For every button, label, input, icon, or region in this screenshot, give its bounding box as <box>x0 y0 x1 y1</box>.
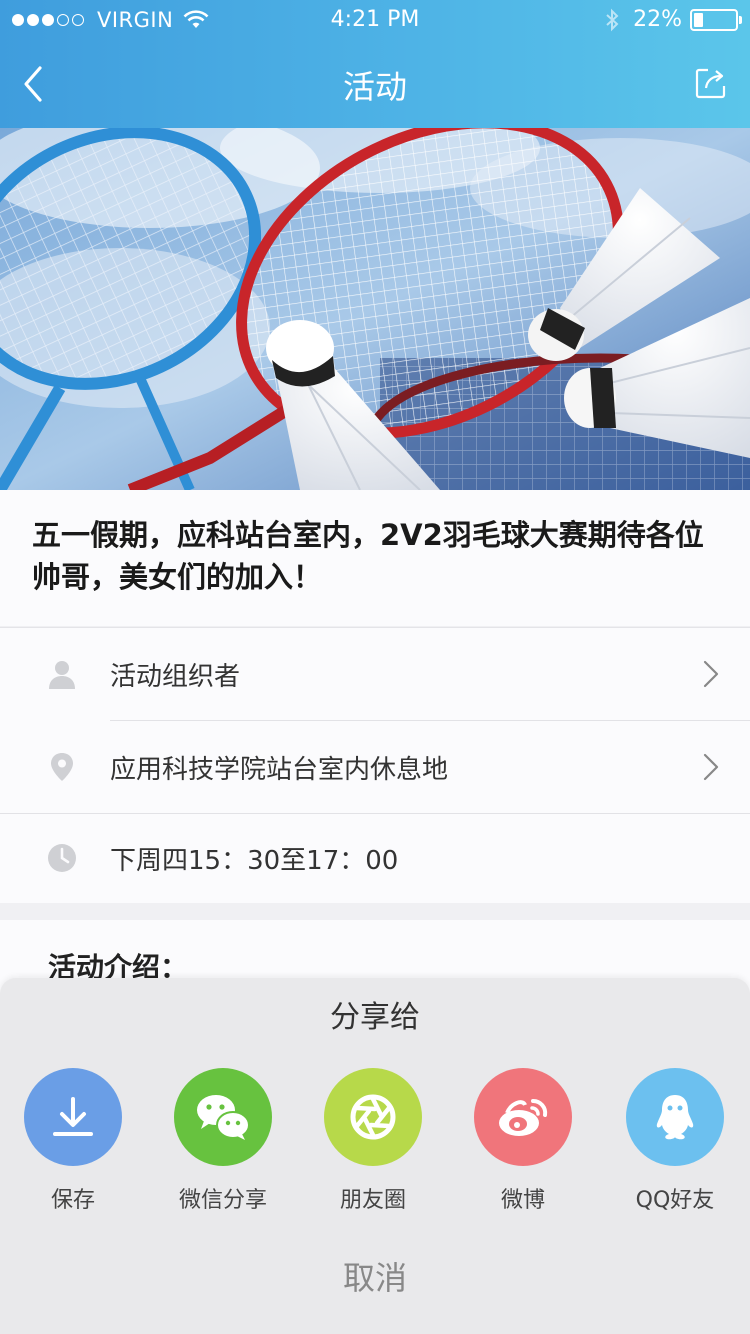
weibo-icon <box>499 1098 548 1136</box>
wechat-circle <box>174 1068 272 1166</box>
share-icon[interactable] <box>694 66 728 100</box>
share-moments-label: 朋友圈 <box>339 1188 406 1213</box>
battery-icon <box>690 8 742 31</box>
bluetooth-icon <box>606 8 619 31</box>
info-list: 活动组织者 应用科技学院站台室内休息地 下周四15：30至17：00 <box>0 627 750 903</box>
share-sheet: 分享给 保存 微信分享 朋友圈 微博 QQ好友 取消 <box>0 978 750 1334</box>
moments-circle <box>324 1068 422 1166</box>
status-bar: VIRGIN 4:21 PM 22% <box>0 0 750 40</box>
time-label: 下周四15：30至17：00 <box>110 846 399 876</box>
time-row: 下周四15：30至17：00 <box>0 812 750 904</box>
location-pin-icon <box>51 753 73 781</box>
navigation-bar: 活动 <box>0 40 750 128</box>
chevron-right-icon <box>703 660 719 688</box>
location-label: 应用科技学院站台室内休息地 <box>110 755 449 785</box>
battery-fill <box>694 12 703 27</box>
top-bar: VIRGIN 4:21 PM 22% 活动 <box>0 0 750 128</box>
clock-icon <box>48 844 76 872</box>
cancel-button[interactable]: 取消 <box>0 1248 750 1308</box>
headline-card: 五一假期，应科站台室内，2V2羽毛球大赛期待各位帅哥，美女们的加入！ <box>0 490 750 626</box>
location-row[interactable]: 应用科技学院站台室内休息地 <box>0 721 750 813</box>
qq-icon <box>656 1095 694 1140</box>
hero-image <box>0 128 750 490</box>
moments-icon <box>350 1094 396 1140</box>
share-weibo-label: 微博 <box>500 1188 545 1213</box>
download-icon <box>53 1097 93 1136</box>
share-moments-button[interactable]: 朋友圈 <box>298 1068 448 1218</box>
share-qq-button[interactable]: QQ好友 <box>600 1068 750 1218</box>
qq-circle <box>626 1068 724 1166</box>
share-sheet-title: 分享给 <box>330 1000 420 1035</box>
organizer-row[interactable]: 活动组织者 <box>0 628 750 720</box>
weibo-circle <box>474 1068 572 1166</box>
share-wechat-button[interactable]: 微信分享 <box>148 1068 298 1218</box>
organizer-label: 活动组织者 <box>110 662 241 692</box>
page-title: 活动 <box>342 68 407 106</box>
activity-headline: 五一假期，应科站台室内，2V2羽毛球大赛期待各位帅哥，美女们的加入！ <box>32 518 704 594</box>
person-icon <box>49 661 75 689</box>
battery-percent: 22% <box>633 7 682 32</box>
share-save-label: 保存 <box>50 1188 95 1213</box>
share-qq-label: QQ好友 <box>635 1188 715 1213</box>
status-right: 22% <box>605 7 742 32</box>
share-weibo-button[interactable]: 微博 <box>448 1068 598 1218</box>
wechat-icon <box>197 1095 250 1140</box>
badminton-photo-icon <box>0 128 750 490</box>
share-save-button[interactable]: 保存 <box>0 1068 148 1218</box>
share-wechat-label: 微信分享 <box>178 1188 267 1213</box>
chevron-right-icon <box>703 753 719 781</box>
save-circle <box>24 1068 122 1166</box>
